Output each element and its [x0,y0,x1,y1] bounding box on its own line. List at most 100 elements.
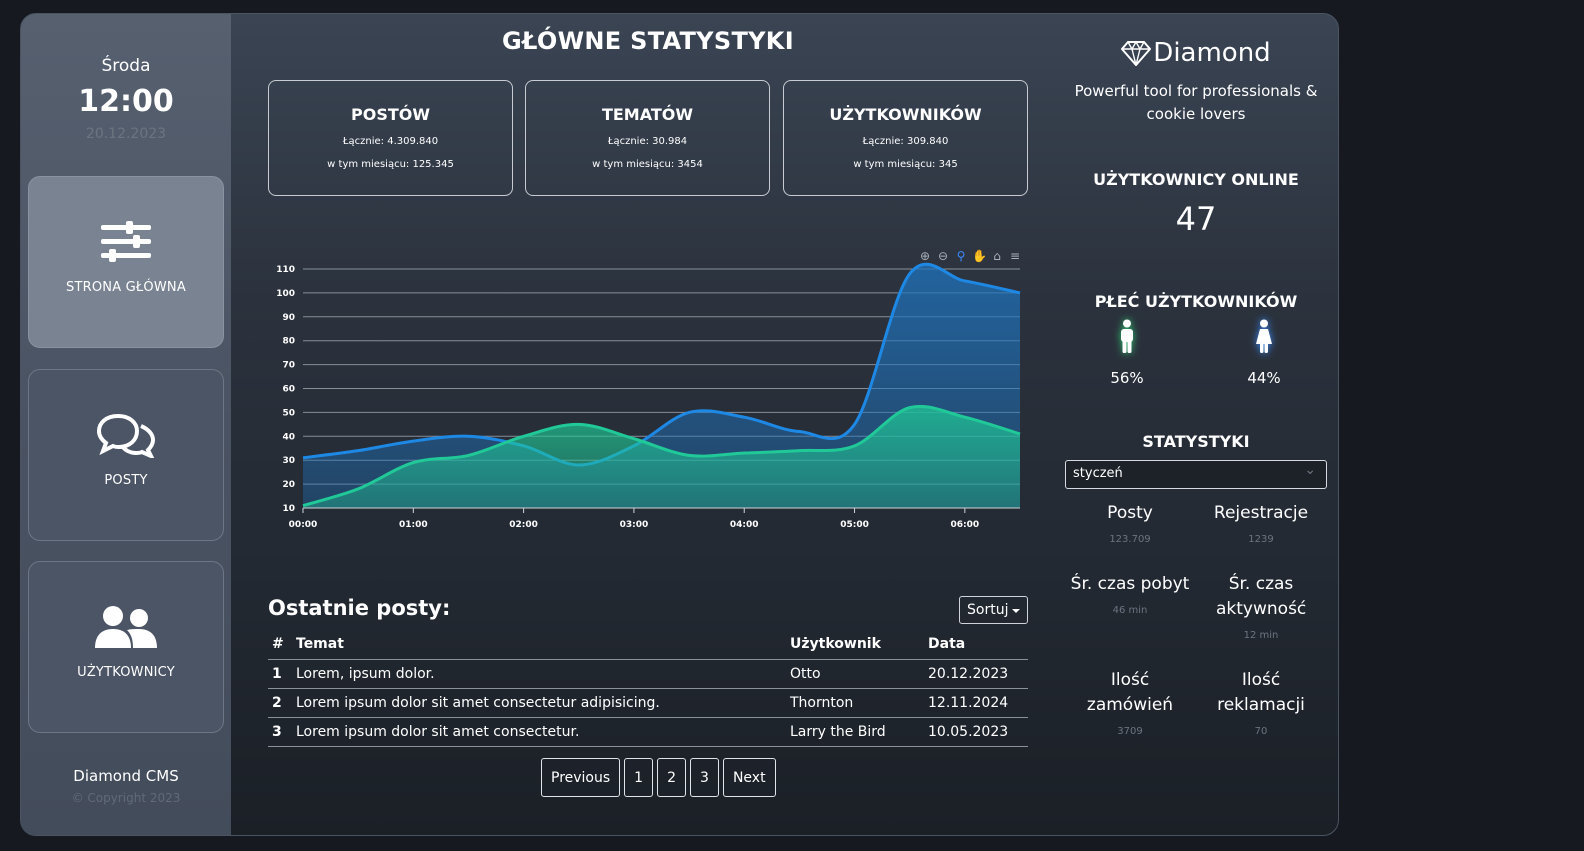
y-tick-label: 110 [276,265,295,275]
y-tick-label: 40 [282,432,295,442]
row-topic: Lorem ipsum dolor sit amet consectetur. [296,717,790,747]
stat-label: Ilość reklamacji [1217,670,1305,715]
female-icon [1256,319,1272,353]
stat-label: Śr. czas pobyt [1070,574,1190,594]
stat-value: 123.709 [1109,534,1151,545]
row-index: 3 [268,717,296,747]
stat-card-title: TEMATÓW [601,105,694,124]
stat-value: 3709 [1117,726,1143,737]
stat-value: 12 min [1243,630,1279,641]
male-stat: 56% [1087,319,1167,387]
stat-card-posts: POSTÓW Łącznie: 4.309.840 w tym miesiącu… [268,80,513,196]
x-tick-label: 00:00 [289,520,318,530]
y-tick-label: 30 [282,456,295,466]
month-select-value: styczeń [1073,466,1123,481]
y-tick-label: 70 [282,361,295,371]
column-header: Temat [296,629,790,660]
clock-time: 12:00 [78,84,174,119]
y-tick-label: 80 [282,337,295,347]
stat-value: 46 min [1112,605,1148,616]
stat-value: 70 [1254,726,1268,737]
row-date: 12.11.2024 [928,688,1028,718]
pagination-page-3[interactable]: 3 [690,758,719,797]
sliders-icon [29,219,223,265]
chat-bubbles-icon [29,412,223,458]
stats-title: STATYSTYKI [1142,432,1250,451]
female-stat: 44% [1224,319,1304,387]
stat-card-total: Łącznie: 309.840 [862,136,949,147]
male-percent: 56% [1110,369,1144,387]
table-row[interactable]: 2 Lorem ipsum dolor sit amet consectetur… [268,688,1028,718]
stat-registrations: Rejestracje 1239 [1196,501,1326,545]
male-icon [1121,319,1133,353]
x-tick-label: 02:00 [509,520,538,530]
stat-label: Ilość zamówień [1086,670,1174,715]
stat-card-title: POSTÓW [350,105,430,124]
sidebar-item-posts[interactable]: POSTY [28,369,224,541]
stat-card-month: w tym miesiącu: 125.345 [327,159,454,170]
recent-posts-title: Ostatnie posty: [268,596,451,620]
clock-date: 20.12.2023 [85,126,167,142]
sidebar-item-label: UŻYTKOWNICY [77,665,175,680]
footer-copyright: © Copyright 2023 [71,791,181,805]
y-tick-label: 10 [282,504,295,514]
x-tick-label: 05:00 [840,520,869,530]
row-date: 20.12.2023 [928,659,1028,689]
row-index: 2 [268,688,296,718]
stat-value: 1239 [1248,534,1274,545]
row-topic: Lorem ipsum dolor sit amet consectetur a… [296,688,790,718]
column-header: # [268,629,296,660]
footer-brand: Diamond CMS [73,767,179,785]
column-header: Użytkownik [790,629,928,660]
stat-label: Posty [1107,503,1153,523]
month-select[interactable]: styczeń [1065,460,1327,489]
y-tick-label: 60 [282,385,295,395]
sidebar: Środa 12:00 20.12.2023 STRONA GŁÓWNA POS… [21,14,231,835]
row-topic: Lorem, ipsum dolor. [296,659,790,689]
pagination: Previous 1 2 3 Next [541,758,776,797]
stat-card-total: Łącznie: 30.984 [607,136,688,147]
stat-label: Śr. czas aktywność [1216,574,1307,619]
page-title: GŁÓWNE STATYSTYKI [502,27,794,55]
activity-area-chart: 10 20 30 40 50 60 70 80 90 100 110 00:00 01:00 02:00… [276,262,1021,530]
stat-orders: Ilość zamówień 3709 [1065,668,1195,737]
sidebar-item-home[interactable]: STRONA GŁÓWNA [28,176,224,348]
pagination-previous-button[interactable]: Previous [541,758,621,797]
stat-card-month: w tym miesiącu: 3454 [592,159,703,170]
users-icon [29,604,223,652]
y-tick-label: 90 [282,313,295,323]
stat-label: Rejestracje [1213,503,1309,523]
brand-name: Diamond [1153,38,1271,68]
x-tick-label: 01:00 [399,520,428,530]
sidebar-item-label: STRONA GŁÓWNA [66,280,186,295]
row-index: 1 [268,659,296,689]
female-percent: 44% [1247,369,1281,387]
stat-avg-visit: Śr. czas pobyt 46 min [1065,572,1195,616]
y-tick-label: 50 [282,408,295,418]
gender-title: PŁEĆ UŻYTKOWNIKÓW [1094,292,1298,311]
x-tick-label: 04:00 [730,520,759,530]
pagination-page-2[interactable]: 2 [657,758,687,797]
online-users-count: 47 [1175,200,1217,238]
diamond-icon [1121,40,1152,66]
stat-card-topics: TEMATÓW Łącznie: 30.984 w tym miesiącu: … [525,80,770,196]
pagination-next-button[interactable]: Next [722,758,776,797]
row-user: Thornton [790,688,928,718]
stat-complaints: Ilość reklamacji 70 [1196,668,1326,737]
online-users-title: UŻYTKOWNICY ONLINE [1093,170,1299,189]
app-window: Środa 12:00 20.12.2023 STRONA GŁÓWNA POS… [20,13,1339,836]
x-tick-label: 06:00 [951,520,980,530]
table-header-row: # Temat Użytkownik Data [268,629,1028,660]
column-header: Data [928,629,1028,660]
pagination-page-1[interactable]: 1 [624,758,654,797]
stat-card-title: UŻYTKOWNIKÓW [829,105,982,124]
stat-avg-activity: Śr. czas aktywność 12 min [1196,572,1326,641]
day-name: Środa [101,56,151,76]
table-row[interactable]: 3 Lorem ipsum dolor sit amet consectetur… [268,717,1028,747]
sidebar-item-users[interactable]: UŻYTKOWNICY [28,561,224,733]
stat-card-total: Łącznie: 4.309.840 [342,136,439,147]
stat-card-users: UŻYTKOWNIKÓW Łącznie: 309.840 w tym mies… [783,80,1028,196]
sort-dropdown-button[interactable]: Sortuj [959,596,1028,624]
row-date: 10.05.2023 [928,717,1028,747]
table-row[interactable]: 1 Lorem, ipsum dolor. Otto 20.12.2023 [268,659,1028,689]
